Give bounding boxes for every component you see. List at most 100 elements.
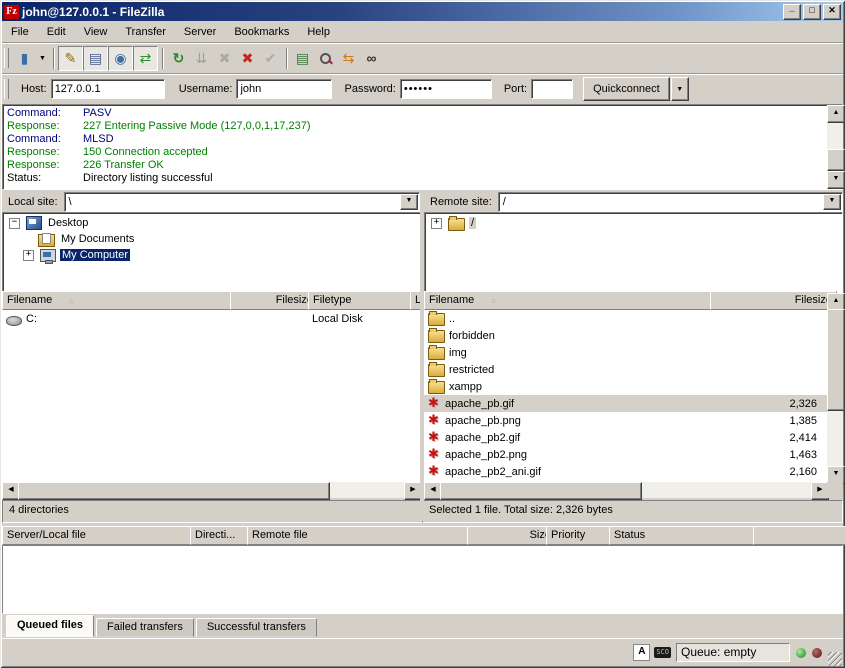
encryption-indicator-icon[interactable]: SCO	[654, 647, 671, 658]
tree-item-my-documents[interactable]: My Documents	[3, 231, 421, 247]
column-header-filetype[interactable]: Filetype	[308, 291, 420, 310]
column-header-filesize[interactable]: Filesize	[710, 291, 837, 310]
username-label: Username:	[179, 83, 233, 95]
file-name: img	[449, 347, 467, 359]
directory-comparison-button[interactable]	[314, 47, 337, 70]
local-site-combo[interactable]: \ ▼	[64, 192, 420, 212]
port-label: Port:	[504, 83, 527, 95]
file-row[interactable]: ✱ apache_pb.png 1,385	[424, 412, 827, 429]
menu-help[interactable]: Help	[298, 24, 339, 40]
column-header-server-local-file[interactable]: Server/Local file	[2, 526, 200, 545]
quickconnect-grip[interactable]	[4, 79, 9, 99]
chevron-down-icon[interactable]: ▼	[823, 194, 841, 210]
column-header-filename[interactable]: Filename ▵	[424, 291, 720, 310]
host-input[interactable]	[51, 79, 165, 99]
menu-transfer[interactable]: Transfer	[116, 24, 175, 40]
file-row[interactable]: ✱ apache_pb2.gif 2,414	[424, 429, 827, 446]
pane-splitter[interactable]	[420, 191, 424, 521]
file-row[interactable]: ..	[424, 310, 827, 327]
log-scrollbar-thumb[interactable]	[827, 149, 845, 171]
file-name: C:	[26, 313, 37, 325]
refresh-button[interactable]: ↻	[167, 47, 190, 70]
chevron-down-icon[interactable]: ▼	[400, 194, 418, 210]
port-input[interactable]	[531, 79, 573, 99]
collapse-icon[interactable]: −	[9, 218, 20, 229]
remote-site-combo[interactable]: / ▼	[498, 192, 843, 212]
remote-vscrollbar-thumb[interactable]	[827, 309, 845, 411]
process-queue-button[interactable]: ⇊	[190, 47, 213, 70]
folder-icon	[428, 347, 445, 360]
file-row[interactable]: restricted	[424, 361, 827, 378]
column-header-filesize[interactable]: Filesize	[230, 291, 318, 310]
file-row[interactable]: xampp	[424, 378, 827, 395]
cancel-icon: ✖	[219, 50, 231, 67]
local-hscrollbar-thumb[interactable]	[18, 482, 330, 500]
cancel-operation-button[interactable]: ✖	[213, 47, 236, 70]
column-header-status[interactable]: Status	[609, 526, 763, 545]
local-list-header: Filename ▵ Filesize Filetype L	[2, 291, 420, 310]
file-row[interactable]: forbidden	[424, 327, 827, 344]
file-row[interactable]: ✱ apache_pb2.png 1,463	[424, 446, 827, 463]
maximize-button[interactable]: □	[803, 4, 821, 20]
username-input[interactable]	[236, 79, 332, 99]
column-header-size[interactable]: Size	[467, 526, 556, 545]
menu-server[interactable]: Server	[175, 24, 225, 40]
scroll-down-button[interactable]: ▼	[827, 171, 845, 189]
synchronized-browsing-button[interactable]: ⇆	[337, 47, 360, 70]
menu-file[interactable]: File	[2, 24, 38, 40]
transfer-queue-list[interactable]	[2, 545, 843, 614]
column-header-empty	[753, 526, 845, 545]
local-status-text: 4 directories	[2, 500, 426, 523]
message-log[interactable]: Command:PASV Response:227 Entering Passi…	[2, 104, 843, 190]
expand-icon[interactable]: +	[431, 218, 442, 229]
file-row-local-disk[interactable]: C: Local Disk	[2, 310, 420, 327]
reconnect-button[interactable]: ✔	[259, 47, 282, 70]
log-line: Response:226 Transfer OK	[3, 159, 842, 172]
filter-listing-button[interactable]: ▤	[291, 47, 314, 70]
filezilla-logo-icon: Fz	[4, 5, 19, 19]
file-row[interactable]: img	[424, 344, 827, 361]
quickconnect-button[interactable]: Quickconnect	[583, 77, 670, 101]
expand-icon[interactable]: +	[23, 250, 34, 261]
transfer-queue-icon: ⇄	[140, 50, 152, 67]
file-row[interactable]: ✱ apache_pb2_ani.gif 2,160	[424, 463, 827, 480]
tree-item-label: Desktop	[46, 217, 90, 229]
toggle-local-tree-button[interactable]: ▤	[83, 46, 108, 71]
quickconnect-dropdown-button[interactable]: ▼	[671, 77, 689, 101]
password-input[interactable]	[400, 79, 492, 99]
tree-item-my-computer[interactable]: + My Computer	[3, 247, 421, 263]
menu-view[interactable]: View	[75, 24, 117, 40]
log-line: Response:150 Connection accepted	[3, 146, 842, 159]
image-file-icon: ✱	[428, 465, 441, 478]
file-row-selected[interactable]: ✱ apache_pb.gif 2,326	[424, 395, 827, 412]
resize-grip[interactable]	[828, 652, 842, 666]
site-manager-dropdown-button[interactable]: ▼	[36, 47, 49, 70]
menu-bookmarks[interactable]: Bookmarks	[225, 24, 298, 40]
queue-tabs: Queued files Failed transfers Successful…	[2, 614, 843, 637]
file-name: apache_pb.png	[445, 415, 521, 427]
toolbar-separator	[162, 48, 163, 69]
tree-item-root[interactable]: + /	[425, 215, 842, 231]
tab-queued-files[interactable]: Queued files	[6, 615, 94, 637]
minimize-button[interactable]: _	[783, 4, 801, 20]
toggle-remote-tree-button[interactable]: ◉	[108, 46, 133, 71]
close-button[interactable]: ✕	[823, 4, 841, 20]
menu-edit[interactable]: Edit	[38, 24, 75, 40]
title-bar[interactable]: Fz john@127.0.0.1 - FileZilla _ □ ✕	[2, 2, 843, 21]
column-header-remote-file[interactable]: Remote file	[247, 526, 477, 545]
remote-hscrollbar-thumb[interactable]	[440, 482, 642, 500]
transfer-type-indicator-icon[interactable]: A	[633, 644, 650, 661]
find-files-button[interactable]: ∞	[360, 47, 383, 70]
tree-item-desktop[interactable]: − Desktop	[3, 215, 421, 231]
scroll-up-button[interactable]: ▲	[827, 105, 845, 123]
toggle-message-log-button[interactable]: ✎	[58, 46, 83, 71]
disconnect-button[interactable]: ✖	[236, 47, 259, 70]
site-manager-button[interactable]: ▮	[13, 47, 36, 70]
local-directory-tree: − Desktop My Documents + My Computer	[2, 212, 422, 293]
tab-successful-transfers[interactable]: Successful transfers	[196, 618, 317, 637]
toolbar-grip[interactable]	[4, 48, 9, 68]
column-header-filename[interactable]: Filename ▵	[2, 291, 240, 310]
tab-failed-transfers[interactable]: Failed transfers	[96, 618, 194, 637]
toggle-transfer-queue-button[interactable]: ⇄	[133, 46, 158, 71]
site-manager-icon: ▮	[21, 50, 29, 67]
